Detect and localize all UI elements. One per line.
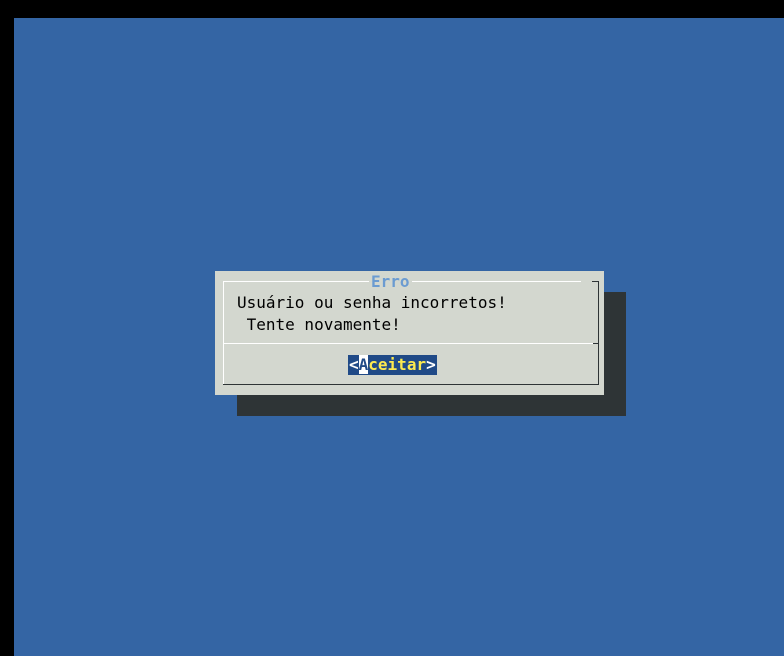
accept-button-hotkey: A — [358, 355, 369, 374]
dialog-message: Usuário ou senha incorretos! Tente novam… — [237, 293, 507, 334]
dialog-frame-bottom — [223, 384, 599, 385]
accept-button-label: ceitar — [368, 355, 427, 374]
dialog-separator — [223, 343, 593, 344]
dialog-frame-left — [223, 281, 224, 385]
error-dialog: Erro Usuário ou senha incorretos! Tente … — [215, 271, 604, 395]
accept-button-left-bracket: < — [349, 355, 359, 374]
dialog-title: Erro — [369, 272, 412, 291]
dialog-separator-corner — [593, 343, 599, 344]
dialog-frame-right — [598, 281, 599, 385]
accept-button-right-bracket: > — [426, 355, 436, 374]
accept-button[interactable]: <Aceitar> — [348, 355, 437, 375]
